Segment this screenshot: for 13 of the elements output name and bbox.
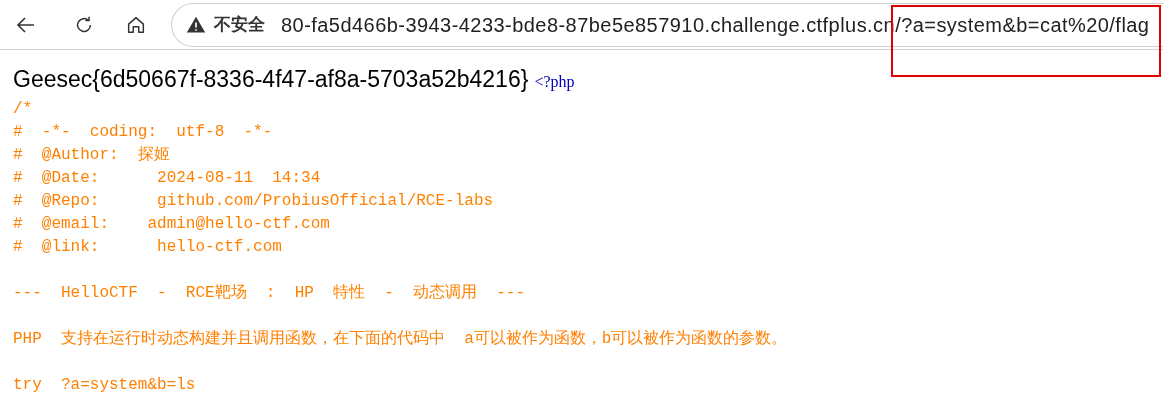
source-line: # -*- coding: utf-8 -*-	[13, 122, 273, 143]
source-line: /*	[13, 99, 33, 120]
source-line: # @Repo: github.com/ProbiusOfficial/RCE-labs	[13, 191, 494, 212]
source-line: # @email: admin@hello-ctf.com	[13, 214, 330, 235]
source-line: # @link: hello-ctf.com	[13, 237, 282, 258]
source-line: try ?a=system&b=ls	[13, 375, 196, 396]
flag-text: Geesec{6d50667f-8336-4f47-af8a-5703a52b4216}	[13, 65, 529, 94]
source-line: --- HelloCTF - RCE靶场 : HP 特性 - 动态调用 ---	[13, 282, 526, 304]
security-label: 不安全	[214, 13, 265, 36]
source-line: PHP 支持在运行时动态构建并且调用函数，在下面的代码中 a可以被作为函数，b可以被作为函数的参数。	[13, 328, 788, 350]
php-open-tag: <?php	[534, 70, 575, 94]
source-line: # @Author: 探姬	[13, 145, 170, 166]
source-line: # @Date: 2024-08-11 14:34	[13, 168, 321, 189]
